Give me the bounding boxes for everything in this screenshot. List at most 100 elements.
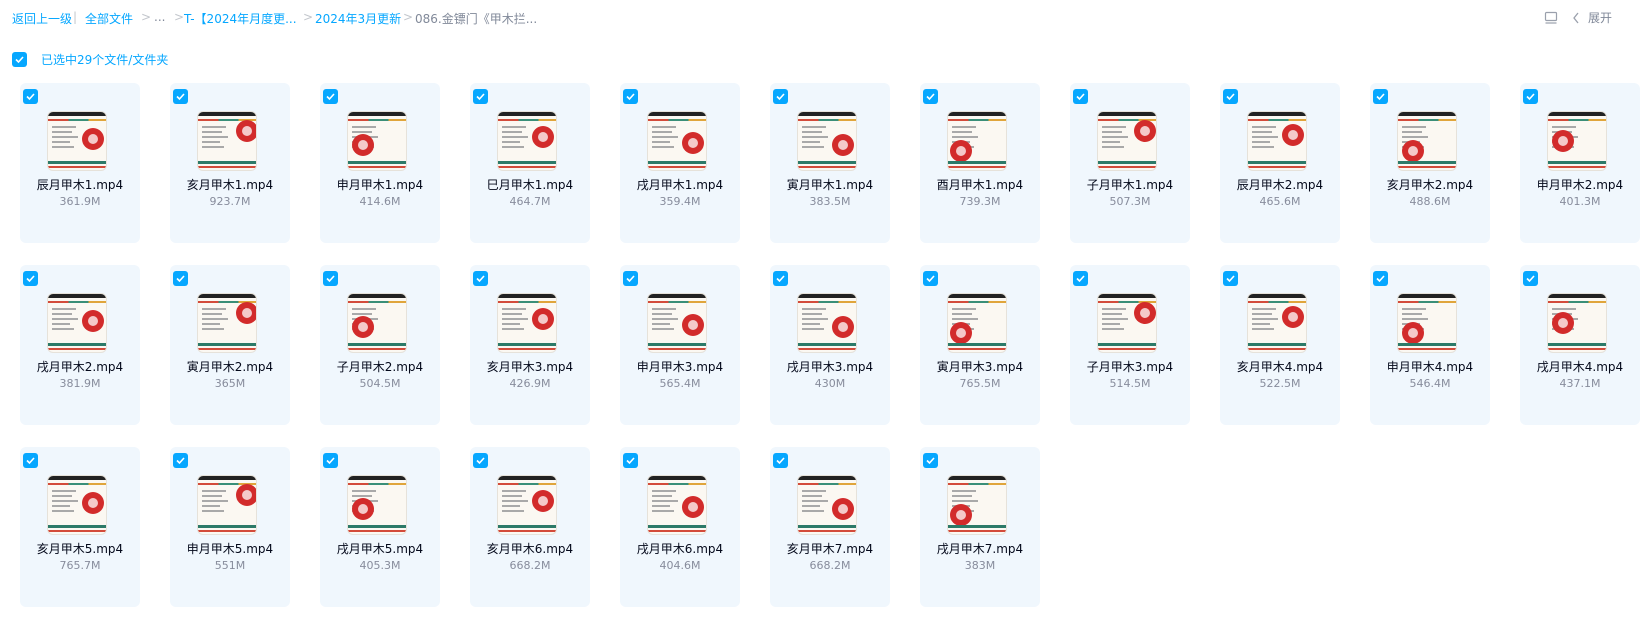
- file-checkbox[interactable]: [773, 89, 788, 104]
- file-checkbox[interactable]: [23, 89, 38, 104]
- breadcrumb-arrow: >: [141, 10, 152, 24]
- breadcrumb-arrow: >: [303, 10, 314, 24]
- file-card[interactable]: 戌月甲木1.mp4 359.4M: [620, 83, 740, 243]
- file-card[interactable]: 亥月甲木6.mp4 668.2M: [470, 447, 590, 607]
- file-checkbox[interactable]: [623, 89, 638, 104]
- file-card[interactable]: 申月甲木3.mp4 565.4M: [620, 265, 740, 425]
- video-thumbnail: [1097, 111, 1157, 171]
- file-checkbox[interactable]: [923, 453, 938, 468]
- file-checkbox[interactable]: [773, 271, 788, 286]
- breadcrumb-folder-march[interactable]: 2024年3月更新: [315, 10, 401, 27]
- file-checkbox[interactable]: [173, 271, 188, 286]
- file-card[interactable]: 申月甲木4.mp4 546.4M: [1370, 265, 1490, 425]
- checkmark-icon: [1076, 275, 1085, 283]
- file-checkbox[interactable]: [1373, 271, 1388, 286]
- file-size: 522.5M: [1259, 377, 1301, 390]
- file-size: 430M: [814, 377, 846, 390]
- file-checkbox[interactable]: [623, 271, 638, 286]
- file-checkbox[interactable]: [23, 453, 38, 468]
- file-card[interactable]: 亥月甲木1.mp4 923.7M: [170, 83, 290, 243]
- file-size: 765.7M: [59, 559, 101, 572]
- checkmark-icon: [476, 275, 485, 283]
- file-card[interactable]: 戌月甲木4.mp4 437.1M: [1520, 265, 1640, 425]
- file-grid: 辰月甲木1.mp4 361.9M 亥月甲木1.mp4 923.7M 申月甲木1.mp4 4…: [20, 83, 1640, 607]
- file-card[interactable]: 子月甲木3.mp4 514.5M: [1070, 265, 1190, 425]
- breadcrumb-current: 086.金镖门《甲木拦...: [415, 12, 538, 26]
- file-size: 359.4M: [659, 195, 701, 208]
- file-size: 383.5M: [809, 195, 851, 208]
- file-size: 365M: [214, 377, 246, 390]
- checkmark-icon: [26, 275, 35, 283]
- file-card[interactable]: 子月甲木1.mp4 507.3M: [1070, 83, 1190, 243]
- file-size: 504.5M: [359, 377, 401, 390]
- file-card[interactable]: 寅月甲木3.mp4 765.5M: [920, 265, 1040, 425]
- file-card[interactable]: 戌月甲木3.mp4 430M: [770, 265, 890, 425]
- file-checkbox[interactable]: [173, 453, 188, 468]
- file-checkbox[interactable]: [1223, 89, 1238, 104]
- file-card[interactable]: 亥月甲木5.mp4 765.7M: [20, 447, 140, 607]
- video-thumbnail: [497, 475, 557, 535]
- video-thumbnail: [347, 111, 407, 171]
- expand-button[interactable]: 展开: [1572, 9, 1612, 26]
- file-checkbox[interactable]: [473, 453, 488, 468]
- video-thumbnail: [47, 111, 107, 171]
- file-card[interactable]: 寅月甲木2.mp4 365M: [170, 265, 290, 425]
- file-name: 戌月甲木7.mp4: [936, 542, 1024, 556]
- select-all-checkbox[interactable]: [12, 52, 27, 67]
- file-name: 子月甲木1.mp4: [1086, 178, 1174, 192]
- file-card[interactable]: 酉月甲木1.mp4 739.3M: [920, 83, 1040, 243]
- file-checkbox[interactable]: [923, 271, 938, 286]
- file-size: 668.2M: [509, 559, 551, 572]
- file-card[interactable]: 亥月甲木4.mp4 522.5M: [1220, 265, 1340, 425]
- file-card[interactable]: 亥月甲木7.mp4 668.2M: [770, 447, 890, 607]
- breadcrumb-folder-monthly[interactable]: T-【2024年月度更...: [184, 10, 297, 27]
- video-thumbnail: [497, 111, 557, 171]
- file-card[interactable]: 戌月甲木5.mp4 405.3M: [320, 447, 440, 607]
- breadcrumb-arrow: >: [403, 10, 414, 24]
- file-name: 辰月甲木1.mp4: [36, 178, 124, 192]
- file-card[interactable]: 戌月甲木2.mp4 381.9M: [20, 265, 140, 425]
- file-checkbox[interactable]: [323, 89, 338, 104]
- file-checkbox[interactable]: [1073, 271, 1088, 286]
- file-size: 514.5M: [1109, 377, 1151, 390]
- checkmark-icon: [1526, 93, 1535, 101]
- file-name: 巳月甲木1.mp4: [486, 178, 574, 192]
- expand-label: 展开: [1587, 11, 1612, 25]
- file-checkbox[interactable]: [473, 89, 488, 104]
- file-checkbox[interactable]: [323, 271, 338, 286]
- file-checkbox[interactable]: [1223, 271, 1238, 286]
- file-card[interactable]: 辰月甲木1.mp4 361.9M: [20, 83, 140, 243]
- file-card[interactable]: 戌月甲木6.mp4 404.6M: [620, 447, 740, 607]
- file-card[interactable]: 子月甲木2.mp4 504.5M: [320, 265, 440, 425]
- file-checkbox[interactable]: [173, 89, 188, 104]
- file-name: 亥月甲木4.mp4: [1236, 360, 1324, 374]
- file-card[interactable]: 申月甲木1.mp4 414.6M: [320, 83, 440, 243]
- file-card[interactable]: 申月甲木5.mp4 551M: [170, 447, 290, 607]
- file-checkbox[interactable]: [473, 271, 488, 286]
- video-thumbnail: [347, 293, 407, 353]
- file-card[interactable]: 辰月甲木2.mp4 465.6M: [1220, 83, 1340, 243]
- file-size: 668.2M: [809, 559, 851, 572]
- video-thumbnail: [497, 293, 557, 353]
- breadcrumb-all-files[interactable]: 全部文件: [85, 10, 133, 27]
- file-card[interactable]: 亥月甲木2.mp4 488.6M: [1370, 83, 1490, 243]
- file-checkbox[interactable]: [323, 453, 338, 468]
- file-card[interactable]: 寅月甲木1.mp4 383.5M: [770, 83, 890, 243]
- file-checkbox[interactable]: [1523, 271, 1538, 286]
- file-card[interactable]: 巳月甲木1.mp4 464.7M: [470, 83, 590, 243]
- file-checkbox[interactable]: [773, 453, 788, 468]
- file-checkbox[interactable]: [1373, 89, 1388, 104]
- file-card[interactable]: 申月甲木2.mp4 401.3M: [1520, 83, 1640, 243]
- breadcrumb-ellipsis[interactable]: ...: [154, 10, 165, 24]
- file-checkbox[interactable]: [1073, 89, 1088, 104]
- file-checkbox[interactable]: [623, 453, 638, 468]
- file-size: 488.6M: [1409, 195, 1451, 208]
- file-checkbox[interactable]: [1523, 89, 1538, 104]
- file-card[interactable]: 戌月甲木7.mp4 383M: [920, 447, 1040, 607]
- back-link[interactable]: 返回上一级: [12, 10, 72, 27]
- file-checkbox[interactable]: [923, 89, 938, 104]
- file-checkbox[interactable]: [23, 271, 38, 286]
- video-thumbnail: [1247, 293, 1307, 353]
- file-card[interactable]: 亥月甲木3.mp4 426.9M: [470, 265, 590, 425]
- list-view-icon[interactable]: [1544, 11, 1558, 25]
